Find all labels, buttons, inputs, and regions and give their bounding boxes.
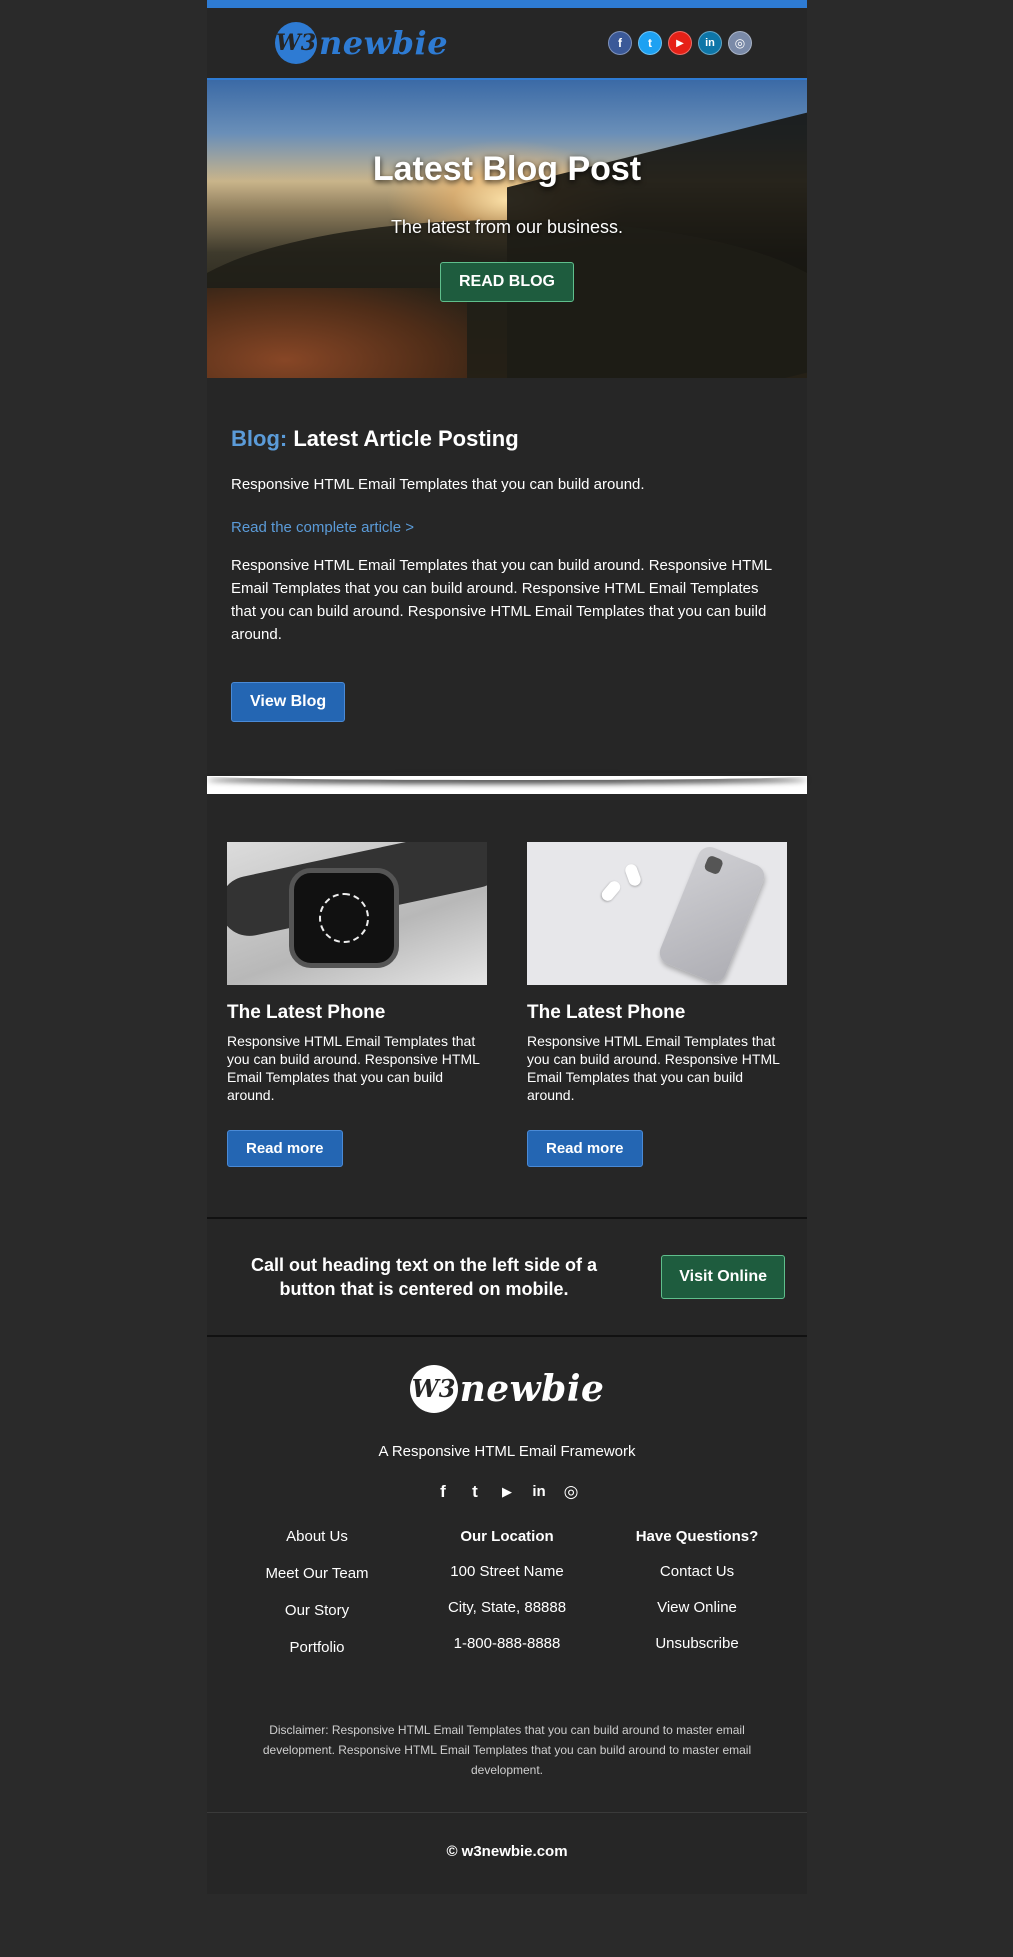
hero-title: Latest Blog Post bbox=[372, 150, 642, 188]
header-logo[interactable]: W3 newbie bbox=[275, 22, 448, 64]
product-title: The Latest Phone bbox=[527, 1001, 686, 1023]
footer-link-story[interactable]: Our Story bbox=[227, 1602, 407, 1619]
product-card: The Latest Phone Responsive HTML Email T… bbox=[227, 841, 487, 1167]
footer-col-location: Our Location 100 Street Name City, State… bbox=[417, 1528, 597, 1676]
footer-link-team[interactable]: Meet Our Team bbox=[227, 1565, 407, 1582]
blog-heading: Blog: Latest Article Posting bbox=[231, 426, 783, 452]
twitter-icon[interactable]: t bbox=[638, 31, 662, 55]
view-blog-button[interactable]: View Blog bbox=[231, 681, 346, 722]
earbud-shape bbox=[623, 862, 643, 887]
twitter-icon[interactable]: t bbox=[465, 1482, 485, 1502]
view-online-link[interactable]: View Online bbox=[607, 1599, 787, 1616]
address-street: 100 Street Name bbox=[450, 1562, 564, 1580]
address-city: City, State, 88888 bbox=[447, 1598, 567, 1616]
linkedin-icon[interactable]: in bbox=[698, 31, 722, 55]
footer-link-about[interactable]: About Us bbox=[227, 1528, 407, 1545]
blog-body: Responsive HTML Email Templates that you… bbox=[231, 556, 772, 643]
header-social-links: f t ▶ in ◎ bbox=[608, 31, 752, 55]
email-container: W3 newbie f t ▶ in ◎ Latest Blog Post Th… bbox=[207, 0, 807, 1894]
facebook-icon[interactable]: f bbox=[608, 31, 632, 55]
read-blog-button[interactable]: READ BLOG bbox=[440, 262, 574, 302]
blog-heading-accent: Blog: bbox=[231, 426, 288, 451]
blog-intro: Responsive HTML Email Templates that you… bbox=[231, 476, 645, 493]
callout-section: Call out heading text on the left side o… bbox=[207, 1216, 807, 1337]
footer-logo[interactable]: W3 newbie bbox=[207, 1364, 807, 1413]
phone-number: 1-800-888-8888 bbox=[453, 1634, 561, 1652]
phone-image bbox=[527, 841, 787, 985]
footer-disclaimer: Disclaimer: Responsive HTML Email Templa… bbox=[262, 1722, 752, 1777]
product-title: The Latest Phone bbox=[227, 1001, 386, 1023]
read-more-button[interactable]: Read more bbox=[227, 1129, 343, 1167]
youtube-icon[interactable]: ▶ bbox=[497, 1482, 517, 1502]
footer-copyright: © w3newbie.com bbox=[207, 1811, 807, 1894]
hero-subtitle: The latest from our business. bbox=[390, 217, 624, 237]
earbud-shape bbox=[599, 878, 623, 903]
location-heading: Our Location bbox=[460, 1527, 554, 1545]
read-more-button[interactable]: Read more bbox=[527, 1129, 643, 1167]
logo-wordmark: newbie bbox=[319, 24, 449, 62]
watch-image bbox=[227, 841, 487, 985]
hero-content: Latest Blog Post The latest from our bus… bbox=[207, 80, 807, 302]
blog-section: Blog: Latest Article Posting Responsive … bbox=[207, 378, 807, 776]
footer-tagline: A Responsive HTML Email Framework bbox=[378, 1442, 636, 1460]
read-article-link[interactable]: Read the complete article > bbox=[231, 519, 783, 536]
youtube-icon[interactable]: ▶ bbox=[668, 31, 692, 55]
instagram-icon[interactable]: ◎ bbox=[561, 1482, 581, 1502]
hero-banner: Latest Blog Post The latest from our bus… bbox=[207, 80, 807, 378]
products-section: The Latest Phone Responsive HTML Email T… bbox=[207, 794, 807, 1217]
questions-heading: Have Questions? bbox=[635, 1527, 759, 1545]
logo-mark: W3 bbox=[275, 22, 317, 64]
footer-social-links: f t ▶ in ◎ bbox=[207, 1482, 807, 1502]
email-header: W3 newbie f t ▶ in ◎ bbox=[207, 8, 807, 80]
watch-face bbox=[289, 867, 399, 968]
footer-col-links: About Us Meet Our Team Our Story Portfol… bbox=[227, 1528, 407, 1676]
footer-col-questions: Have Questions? Contact Us View Online U… bbox=[607, 1528, 787, 1676]
linkedin-icon[interactable]: in bbox=[529, 1482, 549, 1502]
blog-heading-title: Latest Article Posting bbox=[293, 426, 519, 451]
instagram-icon[interactable]: ◎ bbox=[728, 31, 752, 55]
callout-heading: Call out heading text on the left side o… bbox=[250, 1254, 598, 1299]
top-accent-bar bbox=[207, 0, 807, 8]
section-divider bbox=[207, 775, 807, 794]
visit-online-button[interactable]: Visit Online bbox=[661, 1254, 785, 1299]
facebook-icon[interactable]: f bbox=[433, 1482, 453, 1502]
product-text: Responsive HTML Email Templates that you… bbox=[227, 1032, 480, 1103]
watch-dial bbox=[319, 892, 369, 943]
phone-shape bbox=[656, 842, 768, 985]
logo-wordmark: newbie bbox=[459, 1367, 605, 1410]
contact-us-link[interactable]: Contact Us bbox=[607, 1563, 787, 1580]
phone-camera bbox=[703, 854, 725, 875]
email-footer: W3 newbie A Responsive HTML Email Framew… bbox=[207, 1337, 807, 1894]
unsubscribe-link[interactable]: Unsubscribe bbox=[607, 1635, 787, 1652]
footer-columns: About Us Meet Our Team Our Story Portfol… bbox=[207, 1502, 807, 1676]
footer-link-portfolio[interactable]: Portfolio bbox=[227, 1639, 407, 1656]
logo-mark: W3 bbox=[409, 1364, 458, 1413]
product-text: Responsive HTML Email Templates that you… bbox=[527, 1032, 780, 1103]
product-card: The Latest Phone Responsive HTML Email T… bbox=[527, 841, 787, 1167]
